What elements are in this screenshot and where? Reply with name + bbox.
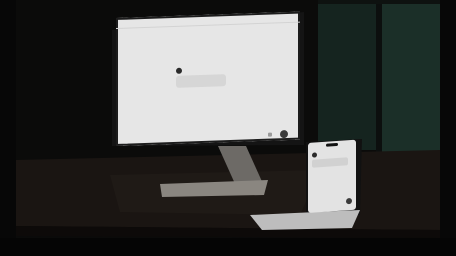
circle-icon[interactable] [280,129,288,139]
left-shadow [0,0,16,256]
window-panel-left [318,0,378,150]
window-frame-top [318,0,456,4]
monitor-chat-name [186,66,226,67]
monitor-message-bubble [176,74,226,88]
phone-screen [308,139,356,213]
avatar [176,67,182,74]
phone-notch [326,142,338,147]
avatar [312,152,317,158]
phone-message-bubble [312,157,348,168]
right-shadow [440,0,456,256]
window-mullion [376,0,382,156]
circle-icon[interactable] [346,197,352,205]
phone-chat-name [319,150,349,152]
small-icon[interactable] [268,132,272,137]
floor-shadow [0,238,456,256]
monitor-screen [116,11,300,146]
